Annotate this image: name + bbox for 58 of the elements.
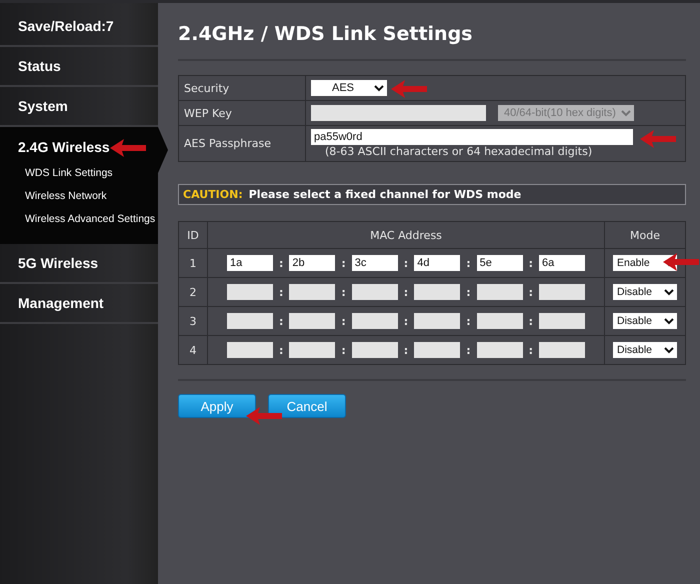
sidebar-subitem[interactable]: Wireless Network [0, 186, 158, 209]
separator: : [465, 344, 472, 356]
separator: : [340, 344, 347, 356]
mode-select[interactable]: Disable [613, 313, 677, 329]
separator: : [402, 256, 410, 270]
separator: : [528, 286, 534, 298]
page-title: 2.4GHz / WDS Link Settings [178, 23, 686, 61]
column-header: MAC Address [208, 222, 604, 248]
field-label: Security [178, 76, 306, 100]
separator: : [278, 314, 284, 328]
security-select[interactable]: AES [311, 80, 387, 96]
mac-field[interactable]: 6a [539, 255, 586, 271]
separator: : [402, 314, 410, 328]
separator: : [278, 344, 284, 356]
field-label: WEP Key [178, 100, 306, 126]
mode-select[interactable]: Disable [613, 284, 677, 300]
sidebar-item[interactable]: Management [0, 284, 158, 324]
separator: : [465, 314, 472, 328]
sidebar-subitem[interactable]: Wireless Advanced Settings [0, 209, 158, 232]
separator: : [340, 314, 347, 328]
sidebar-item[interactable]: Status [0, 47, 158, 87]
separator: : [340, 286, 347, 298]
mac-field[interactable]: 5e [476, 255, 523, 271]
arrow-icon [110, 139, 146, 157]
table-cell: 3 [178, 306, 208, 336]
arrow-icon [640, 130, 676, 148]
separator: : [528, 256, 534, 270]
separator: : [402, 344, 410, 356]
caution-message: Please select a fixed channel for WDS mode [248, 188, 522, 201]
sidebar-item[interactable]: 5G Wireless [0, 244, 158, 284]
separator: : [402, 286, 410, 298]
arrow-icon [663, 253, 699, 271]
arrow-icon [246, 407, 282, 425]
field-label: AES Passphrase [178, 126, 306, 162]
separator: : [340, 256, 347, 270]
table-cell: 2 [178, 278, 208, 306]
sidebar-subitem[interactable]: WDS Link Settings [0, 163, 158, 186]
separator: : [278, 256, 284, 270]
column-header: ID [178, 222, 208, 248]
separator: : [528, 314, 534, 328]
arrow-icon [391, 80, 427, 98]
table-cell: 4 [178, 336, 208, 364]
sidebar-item[interactable]: Save/Reload:7 [0, 7, 158, 47]
separator: : [465, 286, 472, 298]
passphrase-hint: (8-63 ASCII characters or 64 hexadecimal digits) [324, 145, 594, 158]
separator: : [278, 286, 284, 298]
sidebar-item[interactable]: 2.4G Wireless [0, 127, 158, 163]
column-header: Mode [604, 222, 686, 248]
mac-field[interactable]: 3c [352, 255, 398, 271]
mac-field[interactable]: 2b [289, 255, 336, 271]
separator: : [528, 344, 534, 356]
mac-field[interactable]: 1a [226, 255, 273, 271]
mode-select[interactable]: Disable [613, 342, 677, 358]
table-cell: 1 [178, 248, 208, 278]
passphrase-field[interactable]: pa55w0rd [311, 129, 633, 145]
separator: : [465, 256, 472, 270]
caution-label: CAUTION: [183, 188, 243, 201]
mac-field[interactable]: 4d [414, 255, 460, 271]
